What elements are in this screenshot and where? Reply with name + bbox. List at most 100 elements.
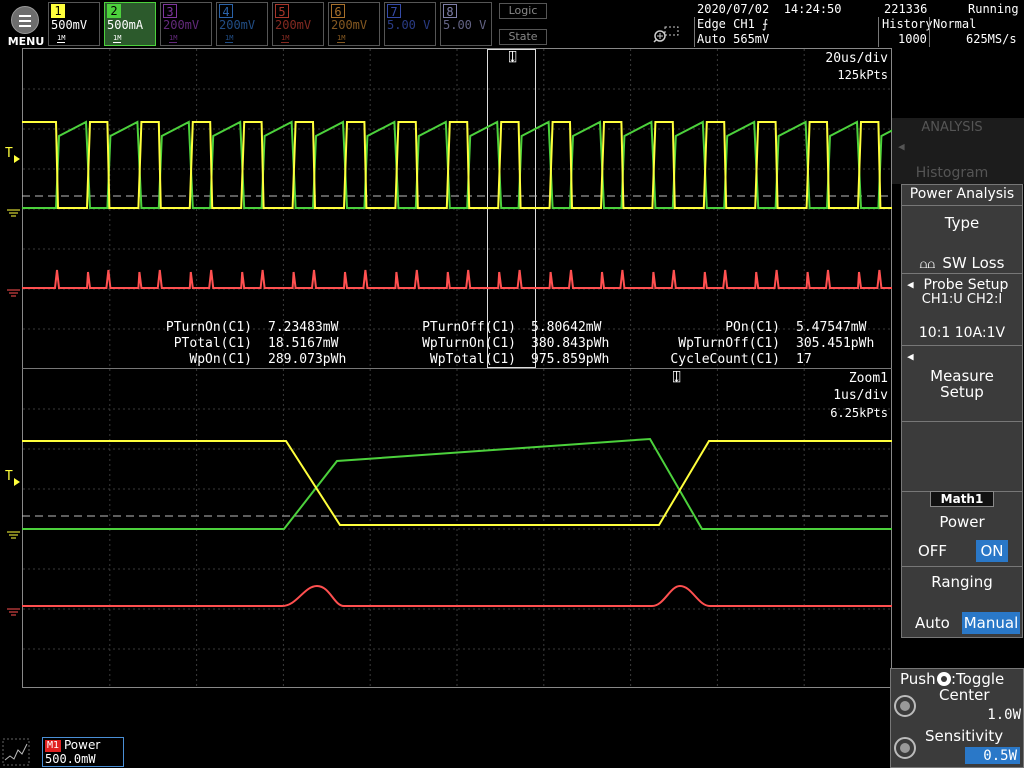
center-knob-icon[interactable] xyxy=(894,695,916,717)
ranging-manual-option[interactable]: Manual xyxy=(962,612,1020,634)
trigger-edge-icon: ⨍ xyxy=(762,17,769,31)
sensitivity-value: 0.5W xyxy=(983,748,1017,764)
logic-button[interactable]: Logic xyxy=(499,3,547,19)
channel-impedance: 1M xyxy=(113,34,122,43)
main-points: 125kPts xyxy=(837,68,888,82)
math-ground-marker-main xyxy=(7,289,20,297)
run-status[interactable]: Running xyxy=(968,2,1019,16)
power-analysis-panel: Power Analysis Type ⩍⩍ SW Loss ◀ Probe S… xyxy=(901,184,1023,638)
ranging-label: Ranging xyxy=(931,573,993,591)
channel-scale: 200mV xyxy=(275,18,312,32)
channel-3-button[interactable]: 3 200mV 1M xyxy=(160,2,212,46)
power-off-option[interactable]: OFF xyxy=(918,542,947,560)
measurement-value: 380.843pWh xyxy=(531,336,610,351)
math-main-trace xyxy=(22,269,892,289)
channel-1-button[interactable]: 1 500mV 1M xyxy=(48,2,100,46)
channel-impedance: 1M xyxy=(169,34,178,43)
probe-ratio: 10:1 10A:1V xyxy=(918,325,1006,341)
waveforms xyxy=(22,120,892,607)
measurement-value: 305.451pWh xyxy=(796,336,875,351)
math-name: Power xyxy=(64,738,101,752)
channel-number: 1 xyxy=(51,4,65,18)
panel-title: Power Analysis xyxy=(909,186,1015,202)
trigger-panel[interactable]: Edge CH1 ⨍ xyxy=(697,17,768,31)
channel-scale: 500mV xyxy=(51,18,88,32)
menu-button[interactable]: MENU xyxy=(2,2,46,48)
knob-push-icon xyxy=(937,672,951,686)
math-label: Math1 xyxy=(930,491,994,507)
switch-loss-icon: ⩍⩍ xyxy=(919,257,943,271)
type-label: Type xyxy=(944,214,980,232)
channel-2-button[interactable]: 2 500mA 1M xyxy=(104,2,156,46)
zoom-timebase[interactable]: 1us/div xyxy=(820,389,888,403)
ch2-main-trace xyxy=(22,120,892,209)
history-label[interactable]: History xyxy=(882,17,933,31)
push-label: Push xyxy=(900,670,936,688)
measurement-value: 5.47547mW xyxy=(796,320,867,335)
power-label: Power xyxy=(939,513,985,531)
measurement-values-col3: 5.47547mW 305.451pWh 17 xyxy=(796,320,874,368)
measurement-name: PTotal(C1) xyxy=(173,336,252,351)
ch1-ground-marker-zoom xyxy=(7,531,20,539)
main-timebase[interactable]: 20us/div xyxy=(820,52,888,66)
measurement-value: 289.073pWh xyxy=(268,352,347,367)
channel-7-button[interactable]: 7 5.00 V xyxy=(384,2,436,46)
sample-rate: 625MS/s xyxy=(966,32,1017,46)
analysis-title: ANALYSIS xyxy=(921,120,983,135)
channel-scale: 200mV xyxy=(331,18,368,32)
measurement-values-col2: 5.80642mW 380.843pWh 975.859pWh xyxy=(531,320,609,368)
zoom-label: Zoom1 xyxy=(848,371,888,386)
svg-text:T: T xyxy=(5,469,13,484)
measurement-name: CycleCount(C1) xyxy=(670,352,780,367)
menu-icon xyxy=(11,6,39,34)
sensitivity-label: Sensitivity xyxy=(925,727,1004,745)
acq-count: 221336 xyxy=(884,2,928,16)
channel-4-button[interactable]: 4 200mV 1M xyxy=(216,2,268,46)
zoom-points: 6.25kPts xyxy=(830,406,888,420)
trigger-type: Edge CH1 xyxy=(697,17,763,31)
histogram-item[interactable]: Histogram xyxy=(892,165,1012,181)
type-value: ⩍⩍ SW Loss xyxy=(919,254,1005,272)
channel-impedance: 1M xyxy=(225,34,234,43)
measurement-name: WpTotal(C1) xyxy=(429,352,516,367)
measure-setup-label-2: Setup xyxy=(940,383,984,401)
measurement-values-col1: 7.23483mW 18.5167mW 289.073pWh xyxy=(268,320,346,368)
measurement-names-col1: PTurnOn(C1) PTotal(C1) WpOn(C1) xyxy=(120,320,252,368)
math-channel-status[interactable]: M1 Power 500.0mW xyxy=(42,737,124,767)
ch1-main-trace xyxy=(22,121,892,209)
measurement-name: WpTurnOff(C1) xyxy=(678,336,780,351)
power-on-option[interactable]: ON xyxy=(976,540,1008,562)
channel-scale: 5.00 V xyxy=(387,18,431,32)
ch1-ground-marker-main xyxy=(7,209,20,217)
probe-setup-label: Probe Setup xyxy=(923,277,1009,293)
measurement-name: PTurnOn(C1) xyxy=(165,320,252,335)
channel-impedance: 1M xyxy=(57,34,66,43)
channel-scale: 200mV xyxy=(163,18,200,32)
channel-5-button[interactable]: 5 200mV 1M xyxy=(272,2,324,46)
measurement-name: POn(C1) xyxy=(725,320,780,335)
channel-scale: 5.00 V xyxy=(443,18,487,32)
probe-channels: CH1:U CH2:I xyxy=(921,292,1003,307)
sensitivity-value-box[interactable]: 0.5W xyxy=(965,747,1020,764)
measurement-name: WpOn(C1) xyxy=(189,352,252,367)
ch1-zoom-trace xyxy=(22,440,892,526)
zoom-icon[interactable] xyxy=(651,26,679,46)
channel-8-button[interactable]: 8 5.00 V xyxy=(440,2,492,46)
state-button[interactable]: State xyxy=(499,29,547,45)
center-value[interactable]: 1.0W xyxy=(981,707,1021,723)
channel-number: 4 xyxy=(219,4,233,19)
channel-number: 7 xyxy=(387,4,401,19)
measurement-value: 18.5167mW xyxy=(268,336,339,351)
ranging-auto-option[interactable]: Auto xyxy=(915,614,950,632)
history-value: 1000 xyxy=(898,32,927,46)
sensitivity-knob-icon[interactable] xyxy=(894,737,916,759)
channel-6-button[interactable]: 6 200mV 1M xyxy=(328,2,380,46)
measurement-value: 17 xyxy=(796,352,812,367)
center-label: Center xyxy=(939,686,990,704)
measure-arrow-icon: ◀ xyxy=(907,350,914,363)
acq-mode[interactable]: Normal xyxy=(933,17,976,31)
math-tag: M1 xyxy=(45,740,61,752)
trigger-level-marker-zoom: T xyxy=(5,469,20,486)
math-ground-marker-zoom xyxy=(7,608,20,616)
waveform-history-icon[interactable] xyxy=(2,738,30,766)
